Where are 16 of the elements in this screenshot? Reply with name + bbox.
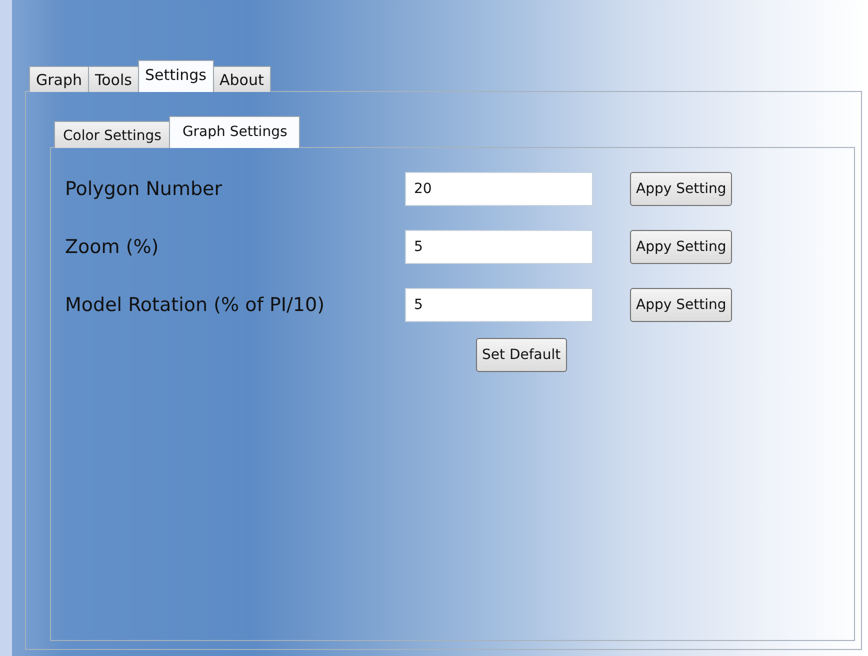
tab[interactable]: Color Settings: [54, 121, 170, 148]
tab[interactable]: Graph: [29, 66, 90, 92]
setting-label: Polygon Number: [65, 178, 224, 200]
input-field[interactable]: 5: [405, 288, 593, 322]
input-field[interactable]: 20: [405, 172, 593, 206]
tab[interactable]: Graph Settings: [169, 116, 300, 148]
apply-button[interactable]: Appy Setting: [630, 172, 732, 206]
tab[interactable]: Settings: [138, 60, 214, 92]
setting-label: Zoom (%): [65, 236, 160, 258]
tab[interactable]: About: [212, 66, 271, 92]
set-default-button[interactable]: Set Default: [476, 338, 567, 372]
apply-button[interactable]: Appy Setting: [630, 288, 732, 322]
setting-label: Model Rotation (% of PI/10): [65, 294, 326, 316]
apply-button[interactable]: Appy Setting: [630, 230, 732, 264]
input-field[interactable]: 5: [405, 230, 593, 264]
tab[interactable]: Tools: [88, 66, 139, 92]
